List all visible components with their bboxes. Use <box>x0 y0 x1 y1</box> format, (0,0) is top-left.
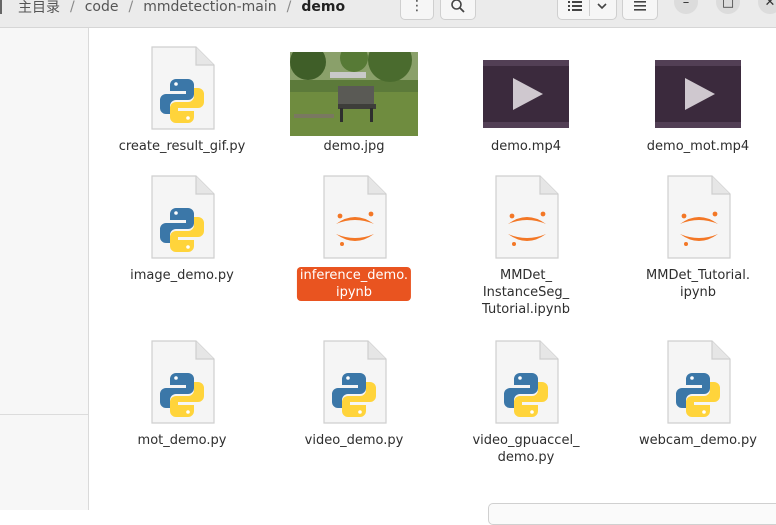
file-grid: create_result_gif.py demo.jpg demo.mp4 d… <box>90 28 776 510</box>
image-thumbnail <box>290 52 418 136</box>
breadcrumb-separator: / <box>128 0 134 15</box>
file-item[interactable]: mot_demo.py <box>96 333 268 493</box>
breadcrumb-separator: / <box>70 0 75 15</box>
hamburger-icon <box>634 0 646 11</box>
kebab-icon: ⋮ <box>410 0 424 14</box>
file-name-line: Tutorial.ipynb <box>482 302 570 317</box>
file-name: video_demo.py <box>304 433 404 448</box>
maximize-button[interactable]: □ <box>716 0 740 14</box>
maximize-icon: □ <box>721 0 735 10</box>
jupyter-notebook-icon <box>667 175 731 259</box>
path-menu-button[interactable]: ⋮ <box>400 0 434 20</box>
file-item[interactable]: video_gpuaccel_ demo.py <box>440 333 612 493</box>
breadcrumb: 主目录 / code / mmdetection-main / demo <box>0 0 351 20</box>
file-item[interactable]: MMDet_ InstanceSeg_ Tutorial.ipynb <box>440 168 612 328</box>
file-name-line: InstanceSeg_ <box>482 285 570 300</box>
file-name: MMDet_ InstanceSeg_ Tutorial.ipynb <box>482 267 570 318</box>
file-name-line: ipynb <box>679 285 717 300</box>
file-name: image_demo.py <box>130 268 234 283</box>
file-name-line: video_gpuaccel_ <box>472 433 580 448</box>
chevron-down-icon[interactable] <box>596 1 608 11</box>
main-menu-button[interactable] <box>622 0 658 20</box>
python-file-icon <box>151 46 215 130</box>
jupyter-notebook-icon <box>323 175 387 259</box>
python-file-icon <box>323 340 387 424</box>
view-toggle-group[interactable] <box>557 0 617 20</box>
close-icon: ✕ <box>764 0 776 10</box>
search-button[interactable] <box>440 0 476 20</box>
file-item[interactable]: create_result_gif.py <box>96 28 268 168</box>
breadcrumb-home[interactable]: 主目录 <box>12 0 66 17</box>
file-item[interactable]: webcam_demo.py <box>612 333 776 493</box>
file-name-line: MMDet_ <box>499 268 553 283</box>
file-item[interactable]: demo_mot.mp4 <box>612 28 776 168</box>
floating-status-panel <box>488 503 776 525</box>
divider <box>588 0 590 16</box>
file-name: demo_mot.mp4 <box>646 139 750 154</box>
file-name-line: ipynb <box>335 285 373 300</box>
python-file-icon <box>495 340 559 424</box>
video-file-icon <box>483 60 569 128</box>
breadcrumb-code[interactable]: code <box>79 0 125 15</box>
python-file-icon <box>667 340 731 424</box>
jupyter-notebook-icon <box>495 175 559 259</box>
file-item[interactable]: demo.mp4 <box>440 28 612 168</box>
file-item-selected[interactable]: inference_demo. ipynb <box>268 168 440 328</box>
minimize-button[interactable]: – <box>674 0 698 14</box>
minimize-icon: – <box>682 0 690 10</box>
python-file-icon <box>151 175 215 259</box>
breadcrumb-demo[interactable]: demo <box>295 0 351 15</box>
file-name: create_result_gif.py <box>118 139 246 154</box>
file-name: demo.mp4 <box>491 139 561 154</box>
search-icon <box>451 0 465 13</box>
close-button[interactable]: ✕ <box>758 0 776 14</box>
sidebar <box>0 28 89 510</box>
file-item[interactable]: video_demo.py <box>268 333 440 493</box>
file-name: video_gpuaccel_ demo.py <box>472 432 579 466</box>
file-name-line: MMDet_Tutorial. <box>646 268 750 283</box>
sidebar-divider <box>0 414 88 415</box>
python-file-icon <box>151 340 215 424</box>
file-name: demo.jpg <box>323 139 385 154</box>
breadcrumb-separator: / <box>286 0 292 15</box>
home-edge-icon <box>0 0 8 14</box>
file-name: inference_demo. ipynb <box>296 267 412 301</box>
file-item[interactable]: MMDet_Tutorial. ipynb <box>612 168 776 328</box>
file-name-line: demo.py <box>497 450 555 465</box>
video-file-icon <box>655 60 741 128</box>
file-name: webcam_demo.py <box>639 433 757 448</box>
file-name-line: inference_demo. <box>299 268 409 283</box>
file-item[interactable]: image_demo.py <box>96 168 268 328</box>
breadcrumb-mmdetection[interactable]: mmdetection-main <box>137 0 282 15</box>
file-item[interactable]: demo.jpg <box>268 28 440 168</box>
file-name: mot_demo.py <box>137 433 227 448</box>
list-view-icon[interactable] <box>567 0 583 13</box>
header-bar: 主目录 / code / mmdetection-main / demo ⋮ –… <box>0 0 776 28</box>
file-name: MMDet_Tutorial. ipynb <box>646 267 750 301</box>
